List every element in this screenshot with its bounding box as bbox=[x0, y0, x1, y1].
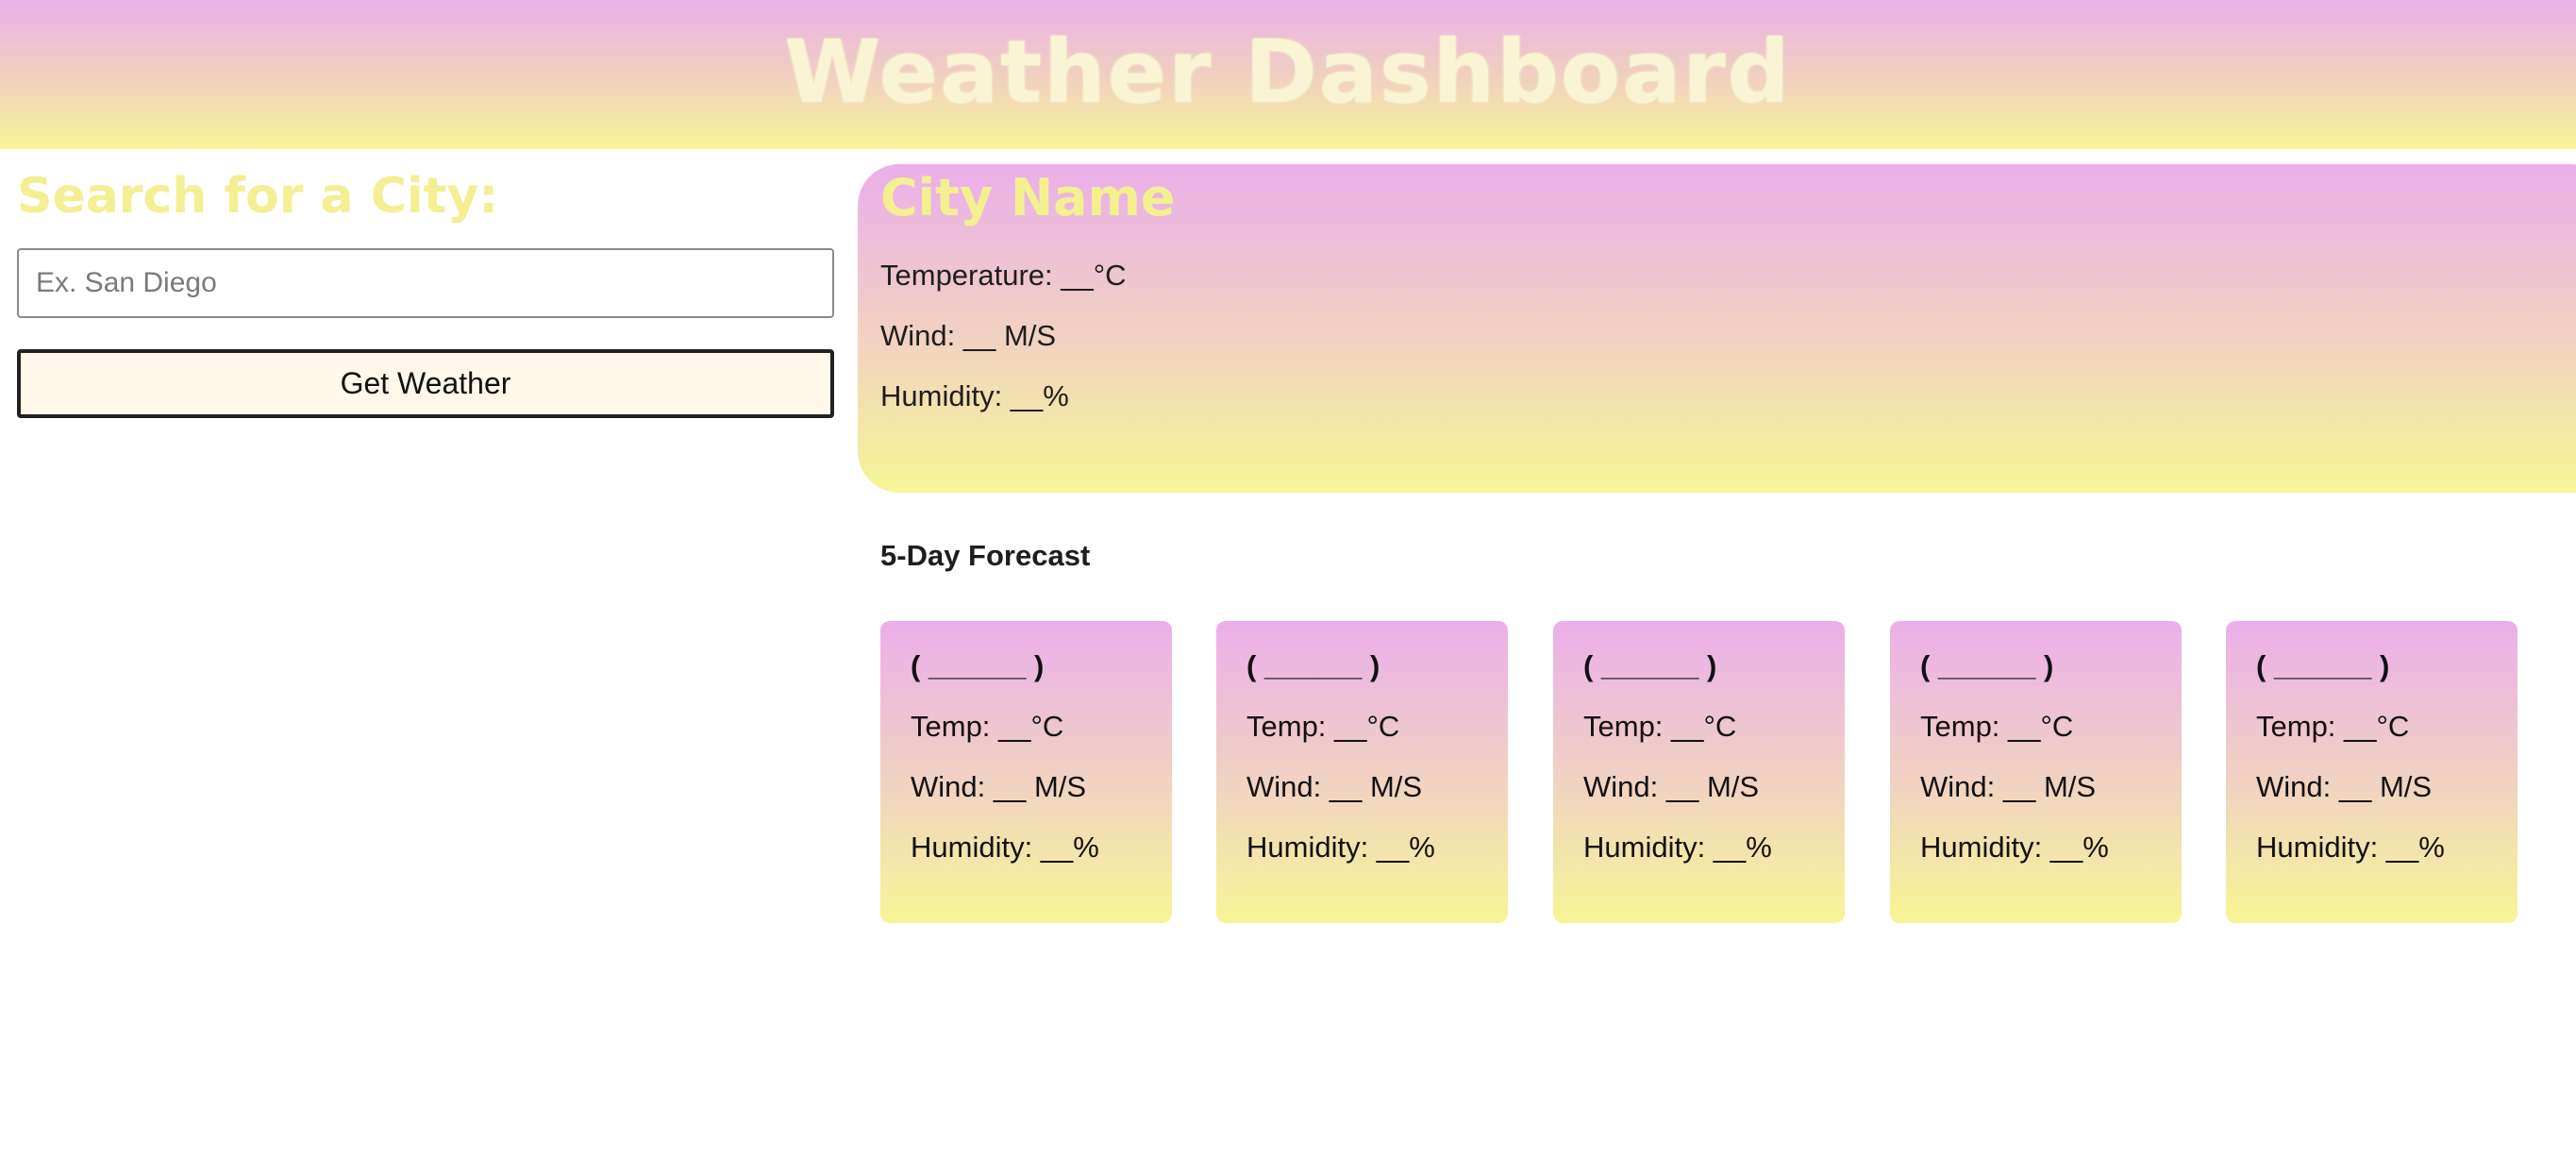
forecast-card-day-3: ( ______ ) Temp: __°C Wind: __ M/S Humid… bbox=[1553, 621, 1845, 923]
forecast-list: ( ______ ) Temp: __°C Wind: __ M/S Humid… bbox=[880, 621, 2518, 923]
forecast-temp: Temp: __°C bbox=[911, 710, 1064, 743]
forecast-humidity: Humidity: __% bbox=[1920, 831, 2109, 864]
city-name: City Name bbox=[880, 168, 1176, 227]
forecast-date: ( ______ ) bbox=[2256, 649, 2390, 682]
forecast-card-day-2: ( ______ ) Temp: __°C Wind: __ M/S Humid… bbox=[1216, 621, 1508, 923]
get-weather-button[interactable]: Get Weather bbox=[17, 349, 834, 418]
forecast-card-day-5: ( ______ ) Temp: __°C Wind: __ M/S Humid… bbox=[2226, 621, 2517, 923]
forecast-temp: Temp: __°C bbox=[1246, 710, 1400, 743]
current-temperature: Temperature: __°C bbox=[880, 259, 1127, 292]
current-weather-card: City Name Temperature: __°C Wind: __ M/S… bbox=[858, 164, 2576, 493]
app-title: Weather Dashboard bbox=[784, 22, 1792, 123]
forecast-card-day-1: ( ______ ) Temp: __°C Wind: __ M/S Humid… bbox=[880, 621, 1172, 923]
city-search-input[interactable] bbox=[17, 248, 834, 318]
forecast-wind: Wind: __ M/S bbox=[2256, 770, 2433, 803]
forecast-date: ( ______ ) bbox=[911, 649, 1045, 682]
forecast-wind: Wind: __ M/S bbox=[1246, 770, 1423, 803]
forecast-temp: Temp: __°C bbox=[2256, 710, 2410, 743]
forecast-humidity: Humidity: __% bbox=[1246, 831, 1435, 864]
forecast-wind: Wind: __ M/S bbox=[1920, 770, 2097, 803]
search-heading: Search for a City: bbox=[17, 168, 499, 225]
forecast-card-day-4: ( ______ ) Temp: __°C Wind: __ M/S Humid… bbox=[1890, 621, 2182, 923]
forecast-heading: 5-Day Forecast bbox=[880, 539, 1091, 572]
forecast-temp: Temp: __°C bbox=[1920, 710, 2074, 743]
forecast-humidity: Humidity: __% bbox=[1583, 831, 1772, 864]
forecast-date: ( ______ ) bbox=[1246, 649, 1380, 682]
forecast-wind: Wind: __ M/S bbox=[1583, 770, 1760, 803]
forecast-wind: Wind: __ M/S bbox=[911, 770, 1087, 803]
forecast-date: ( ______ ) bbox=[1920, 649, 2054, 682]
current-humidity: Humidity: __% bbox=[880, 379, 1069, 412]
app-header: Weather Dashboard bbox=[0, 0, 2576, 149]
forecast-humidity: Humidity: __% bbox=[2256, 831, 2445, 864]
forecast-temp: Temp: __°C bbox=[1583, 710, 1737, 743]
current-wind: Wind: __ M/S bbox=[880, 319, 1057, 352]
forecast-humidity: Humidity: __% bbox=[911, 831, 1099, 864]
forecast-date: ( ______ ) bbox=[1583, 649, 1717, 682]
